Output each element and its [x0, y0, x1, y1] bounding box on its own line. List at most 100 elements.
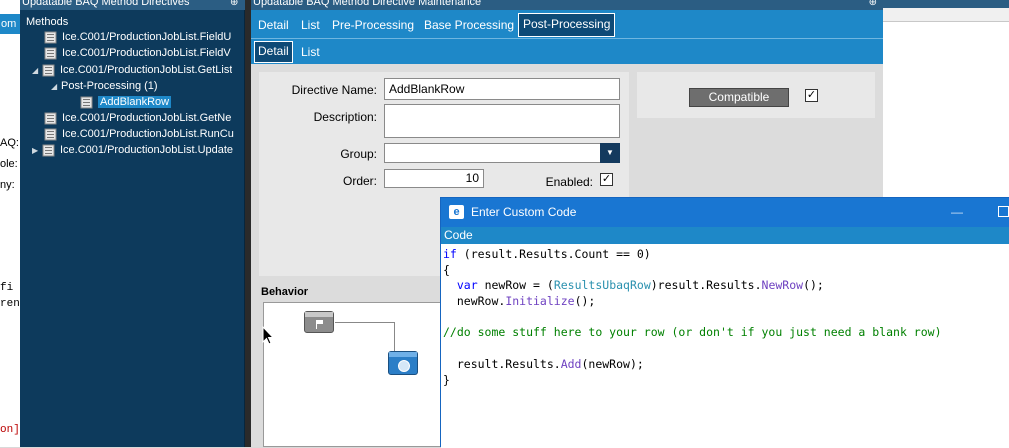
tree-item-label: Ice.C001/ProductionJobList.GetNe [62, 112, 232, 124]
tree-item[interactable]: Ice.C001/ProductionJobList.FieldU [44, 29, 231, 45]
tree-item-label-selected: AddBlankRow [98, 96, 172, 108]
background-code-2: ren [0, 298, 20, 310]
maximize-icon[interactable] [998, 206, 1009, 217]
code-line: } [443, 373, 450, 387]
code-method: NewRow [761, 278, 804, 292]
group-label: Group: [340, 147, 377, 161]
custom-code-icon [398, 360, 410, 372]
pin-icon[interactable]: ⊕ [869, 0, 877, 8]
background-titlebar [883, 0, 1009, 8]
tree-item-label: Ice.C001/ProductionJobList.FieldV [62, 47, 231, 59]
tree-item-addblankrow[interactable]: AddBlankRow [80, 94, 172, 110]
background-label-1: AQ: [0, 137, 19, 149]
tree-item-collapsed[interactable]: ▶ Ice.C001/ProductionJobList.Update [32, 142, 233, 158]
code-text: (); [803, 278, 824, 292]
document-icon [44, 128, 57, 141]
enabled-label: Enabled: [545, 175, 593, 189]
expand-arrow-icon[interactable]: ◢ [32, 63, 42, 78]
background-label-2: ole: [0, 158, 18, 170]
background-window-left: om AQ: ole: ny: fi ren on] [0, 0, 20, 447]
tree-item-label: Ice.C001/ProductionJobList.GetList [60, 64, 233, 76]
tree-item-label: Ice.C001/ProductionJobList.FieldU [62, 31, 232, 43]
tab-list[interactable]: List [301, 18, 320, 32]
directive-name-input[interactable]: AddBlankRow [384, 78, 620, 100]
behavior-canvas[interactable] [263, 302, 463, 447]
expand-arrow-icon[interactable]: ◢ [51, 79, 61, 94]
document-icon [44, 112, 57, 125]
dialog-titlebar[interactable]: e Enter Custom Code — [441, 198, 1009, 227]
description-label: Description: [313, 110, 377, 124]
tab-post-processing[interactable]: Post-Processing [518, 13, 616, 37]
tree-item-label: Ice.C001/ProductionJobList.Update [60, 144, 234, 156]
code-line: newRow.Initialize(); [443, 293, 596, 309]
compatible-checkbox[interactable]: ✓ [805, 89, 818, 102]
workflow-start-node[interactable] [304, 311, 334, 333]
code-editor[interactable]: if (result.Results.Count == 0) { var new… [441, 244, 1009, 448]
code-text: )result.Results. [650, 278, 762, 292]
code-type: ResultsUbaqRow [553, 278, 651, 292]
tree-item-label: Ice.C001/ProductionJobList.RunCu [62, 128, 234, 140]
group-select[interactable] [384, 143, 620, 163]
collapse-arrow-icon[interactable]: ▶ [32, 143, 42, 158]
order-label: Order: [342, 174, 377, 188]
description-input[interactable] [384, 104, 620, 138]
code-keyword: var [456, 278, 478, 292]
tree-item[interactable]: Ice.C001/ProductionJobList.FieldV [44, 45, 231, 61]
compatible-button[interactable]: Compatible [689, 88, 789, 107]
code-text: (result.Results.Count == 0) [456, 247, 651, 261]
main-tab-bar: Detail List Pre-Processing Base Processi… [251, 10, 883, 38]
code-text: (); [574, 294, 596, 308]
background-toolbar [883, 8, 1009, 22]
minimize-icon[interactable]: — [951, 198, 963, 227]
code-method: Initialize [505, 294, 575, 308]
window-title: Updatable BAQ Method Directive Maintenan… [251, 0, 883, 10]
code-comment: //do some stuff here to your row (or don… [443, 325, 942, 339]
code-method: Add [560, 357, 582, 371]
tab-detail[interactable]: Detail [258, 18, 289, 32]
directive-name-label: Directive Name: [291, 83, 377, 97]
subtab-list[interactable]: List [301, 45, 320, 59]
document-icon [44, 31, 57, 44]
document-icon [42, 64, 55, 77]
tree-item-post-processing[interactable]: ◢ Post-Processing (1) [51, 78, 158, 94]
document-icon [42, 144, 55, 157]
methods-panel-title: Updatable BAQ Method Directives [20, 0, 245, 10]
tree-item[interactable]: Ice.C001/ProductionJobList.GetNe [44, 110, 231, 126]
code-header: Code [441, 227, 1009, 244]
background-label-3: ny: [0, 179, 15, 191]
workflow-connector [394, 322, 395, 351]
code-line: if (result.Results.Count == 0) [443, 246, 651, 262]
workflow-custom-code-node[interactable] [388, 351, 418, 375]
enabled-checkbox[interactable]: ✓ [600, 173, 613, 186]
document-icon [44, 47, 57, 60]
sub-tab-bar: Detail List [251, 38, 883, 64]
methods-panel: Updatable BAQ Method Directives ⊕ Method… [20, 0, 245, 447]
chevron-down-icon[interactable]: ▼ [600, 143, 620, 163]
flag-icon [316, 320, 323, 329]
app-icon: e [449, 205, 464, 219]
tree-item[interactable]: Ice.C001/ProductionJobList.RunCu [44, 126, 234, 142]
mouse-cursor-icon [262, 326, 274, 345]
subtab-detail[interactable]: Detail [254, 41, 293, 63]
behavior-label: Behavior [261, 286, 309, 298]
tree-root-methods[interactable]: Methods [26, 14, 68, 30]
background-code-3: on] [0, 424, 20, 436]
code-text: result.Results. [443, 357, 561, 371]
order-input[interactable]: 10 [384, 169, 484, 188]
code-text: newRow. [443, 294, 506, 308]
code-line: result.Results.Add(newRow); [443, 356, 644, 372]
pin-icon[interactable]: ⊕ [230, 0, 238, 8]
tab-pre-processing[interactable]: Pre-Processing [332, 18, 414, 32]
compatibility-panel: Compatible ✓ [637, 72, 875, 118]
custom-code-dialog: e Enter Custom Code — Code if (result.Re… [440, 197, 1009, 448]
dialog-title: Enter Custom Code [471, 205, 577, 219]
document-icon [80, 96, 93, 109]
tab-base-processing[interactable]: Base Processing [424, 18, 514, 32]
background-code-1: fi [0, 282, 14, 294]
code-line: var newRow = (ResultsUbaqRow)result.Resu… [443, 277, 824, 293]
tree-item-label: Post-Processing (1) [61, 80, 158, 92]
tree-item-expanded[interactable]: ◢ Ice.C001/ProductionJobList.GetList [32, 62, 232, 78]
code-text: (newRow); [581, 357, 644, 371]
workflow-connector [335, 322, 395, 323]
